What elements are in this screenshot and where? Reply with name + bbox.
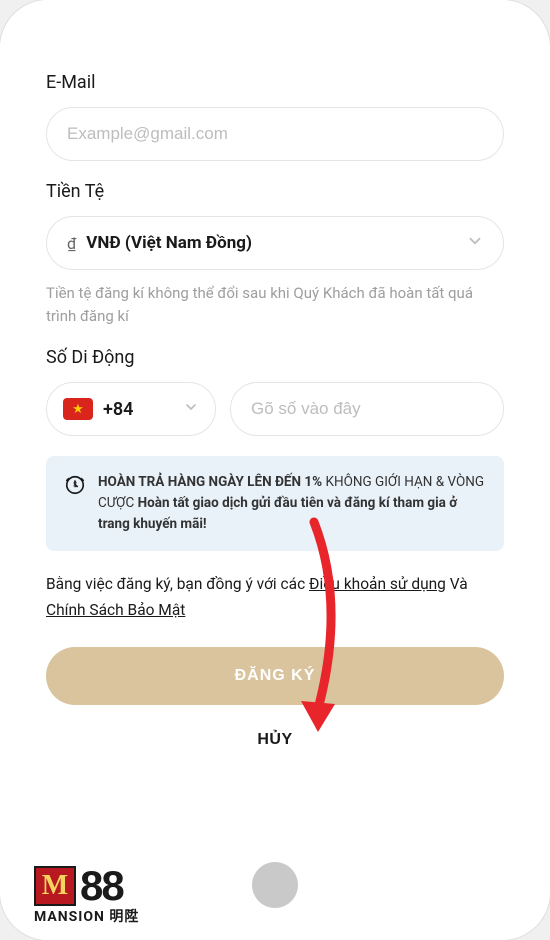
currency-label: Tiền Tệ xyxy=(46,181,504,202)
promo-text: HOÀN TRẢ HÀNG NGÀY LÊN ĐẾN 1% KHÔNG GIỚI… xyxy=(98,472,486,535)
promo-banner: $ HOÀN TRẢ HÀNG NGÀY LÊN ĐẾN 1% KHÔNG GI… xyxy=(46,456,504,551)
currency-field-group: Tiền Tệ ₫ VNĐ (Việt Nam Đồng) Tiền tệ đă… xyxy=(46,181,504,327)
logo-88: 88 xyxy=(80,862,123,910)
terms-prefix: Bằng việc đăng ký, bạn đồng ý với các xyxy=(46,575,309,593)
phone-frame: E-Mail Tiền Tệ ₫ VNĐ (Việt Nam Đồng) Tiề… xyxy=(0,0,550,940)
svg-text:$: $ xyxy=(73,480,77,489)
promo-bold-1: HOÀN TRẢ HÀNG NGÀY LÊN ĐẾN 1% xyxy=(98,474,322,490)
logo-subtitle: MANSION 明陞 xyxy=(34,906,139,926)
chevron-down-icon xyxy=(183,399,199,419)
register-button[interactable]: ĐĂNG KÝ xyxy=(46,647,504,705)
email-field-group: E-Mail xyxy=(46,72,504,161)
mobile-field-group: Số Di Động +84 xyxy=(46,347,504,436)
country-code-select[interactable]: +84 xyxy=(46,382,216,436)
mansion-logo: M 88 MANSION 明陞 xyxy=(34,862,139,926)
cashback-icon: $ xyxy=(64,474,86,500)
email-label: E-Mail xyxy=(46,72,504,93)
currency-selected-value: VNĐ (Việt Nam Đồng) xyxy=(86,233,252,253)
terms-mid: Và xyxy=(450,575,468,593)
vietnam-flag-icon xyxy=(63,398,93,420)
screen-content: E-Mail Tiền Tệ ₫ VNĐ (Việt Nam Đồng) Tiề… xyxy=(14,14,536,926)
terms-text: Bằng việc đăng ký, bạn đồng ý với các Đi… xyxy=(46,571,504,624)
dial-code: +84 xyxy=(103,399,133,420)
privacy-policy-link[interactable]: Chính Sách Bảo Mật xyxy=(46,601,185,619)
currency-select[interactable]: ₫ VNĐ (Việt Nam Đồng) xyxy=(46,216,504,270)
cancel-button[interactable]: HỦY xyxy=(46,723,504,757)
terms-of-use-link[interactable]: Điều khoản sử dụng xyxy=(309,575,446,593)
home-button[interactable] xyxy=(252,862,298,908)
mobile-input[interactable] xyxy=(230,382,504,436)
promo-bold-2: Hoàn tất giao dịch gửi đầu tiên và đăng … xyxy=(98,495,457,532)
currency-help-text: Tiền tệ đăng kí không thể đổi sau khi Qu… xyxy=(46,282,504,327)
currency-symbol-icon: ₫ xyxy=(67,234,76,253)
logo-m-icon: M xyxy=(34,866,76,906)
mobile-label: Số Di Động xyxy=(46,347,504,368)
email-input[interactable] xyxy=(46,107,504,161)
